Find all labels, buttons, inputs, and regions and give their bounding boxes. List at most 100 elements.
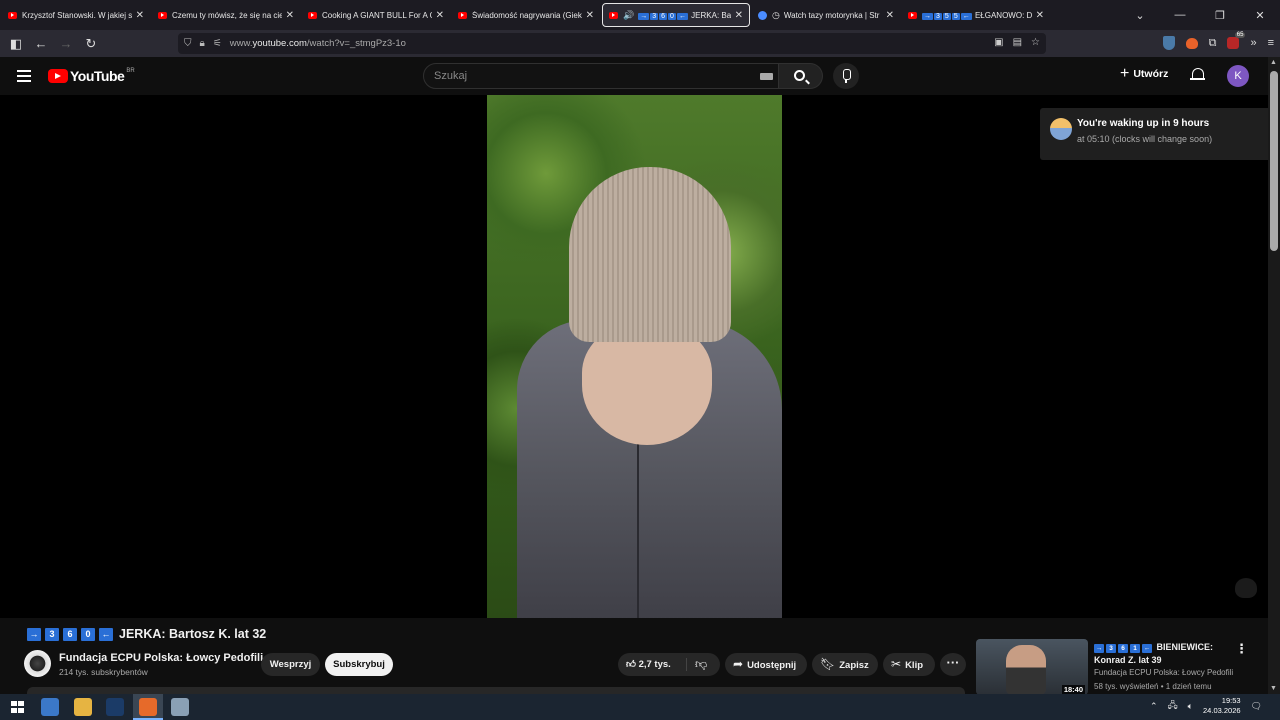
url-text[interactable]: www.youtube.com/watch?v=_stmgPz3-1o [230, 38, 406, 49]
shield-icon[interactable]: ⛉ [184, 38, 192, 49]
minimize-icon[interactable]: — [1160, 9, 1200, 21]
guide-menu-icon[interactable] [17, 70, 31, 85]
thumbnail-person [1006, 645, 1046, 695]
scroll-down-icon[interactable]: ▼ [1270, 685, 1277, 692]
like-separator [686, 658, 687, 671]
close-tab-icon[interactable]: ✕ [1036, 10, 1044, 21]
tab-title: Krzysztof Stanowski. W jakiej sp [22, 10, 132, 20]
app-wizard-icon[interactable] [171, 698, 189, 716]
system-clock[interactable]: 19:53 24.03.2026 [1203, 696, 1241, 716]
page-scrollbar[interactable]: ▲ ▼ [1268, 57, 1280, 694]
sleep-notification[interactable]: You're waking up in 9 hours at 05:10 (cl… [1040, 108, 1280, 160]
browser-tab-active[interactable]: 🔊 → 3 6 0 ← JERKA: Bar ✕ [602, 3, 750, 27]
forward-icon[interactable]: → [54, 36, 78, 51]
extension-fox-icon[interactable] [1185, 37, 1198, 49]
clip-button[interactable]: ✂ Klip [883, 653, 935, 676]
browser-tab-strip: Krzysztof Stanowski. W jakiej sp ✕ Czemu… [0, 0, 1280, 30]
youtube-header: YouTube BR Szukaj + Utwórz K [0, 57, 1268, 95]
youtube-icon [308, 11, 317, 19]
notifications-bell-icon[interactable] [1190, 68, 1205, 82]
sunrise-icon [1050, 118, 1072, 140]
back-icon[interactable]: ← [29, 36, 53, 51]
address-bar[interactable]: ⛉ 🔒︎ ⚟ www.youtube.com/watch?v=_stmgPz3-… [178, 33, 1046, 54]
support-button[interactable]: Wesprzyj [261, 653, 320, 676]
scrollbar-thumb[interactable] [1270, 71, 1278, 251]
tab-title: Świadomość nagrywania (Giekł [472, 10, 582, 20]
scroll-up-icon[interactable]: ▲ [1270, 59, 1277, 66]
this-pc-icon[interactable] [41, 698, 59, 716]
network-icon[interactable]: 🖧︎ [1168, 698, 1178, 714]
file-explorer-icon[interactable] [74, 698, 92, 716]
lock-icon[interactable]: 🔒︎ [200, 38, 205, 49]
video-player[interactable] [0, 95, 1268, 618]
subscribe-button[interactable]: Subskrybuj [325, 653, 393, 676]
tab-list-chevron-icon[interactable]: ⌄ [1120, 9, 1160, 22]
browser-tab[interactable]: Świadomość nagrywania (Giekł ✕ [452, 3, 600, 27]
channel-watermark-icon[interactable] [1235, 578, 1257, 598]
avatar[interactable]: K [1227, 65, 1249, 87]
restore-icon[interactable]: ❐ [1200, 9, 1240, 22]
browser-tab[interactable]: ◷ Watch tazy motorynka | Str ✕ [752, 3, 900, 27]
action-center-icon[interactable]: 🗨︎ [1251, 701, 1262, 712]
browser-tab[interactable]: → 3 5 5 ← EŁGANOWO: D ✕ [902, 3, 1050, 27]
window-controls: ⌄ — ❐ ✕ [1120, 0, 1280, 30]
reader-view-icon[interactable]: ▤ [1013, 37, 1022, 48]
browser-tab[interactable]: Czemu ty mówisz, że się na cie ✕ [152, 3, 300, 27]
tab-title: Cooking A GIANT BULL For A G [322, 10, 432, 20]
permissions-icon[interactable]: ⚟ [213, 38, 222, 49]
youtube-icon [158, 11, 167, 19]
youtube-logo[interactable]: YouTube BR [48, 68, 135, 84]
close-window-icon[interactable]: ✕ [1240, 9, 1280, 22]
thumbs-up-icon: 👍︎ [626, 659, 636, 670]
more-actions-button[interactable]: ··· [940, 653, 966, 676]
overflow-chevron-icon[interactable]: » [1250, 37, 1256, 49]
volume-icon[interactable]: 🔈︎ [1188, 701, 1193, 712]
save-button[interactable]: 🔖︎ Zapisz [812, 653, 878, 676]
close-tab-icon[interactable]: ✕ [136, 10, 144, 21]
bookmark-star-icon[interactable]: ☆ [1031, 37, 1040, 48]
extension-badge-icon[interactable]: 65 [1227, 32, 1246, 49]
recommended-thumbnail[interactable]: 18:40 [976, 639, 1088, 695]
search-input[interactable]: Szukaj [423, 63, 779, 89]
menu-icon[interactable]: ≡ [1268, 37, 1274, 49]
recommended-meta: 58 tys. wyświetleń • 1 dzień temu [1094, 682, 1212, 691]
recommended-channel[interactable]: Fundacja ECPU Polska: Łowcy Pedofili [1094, 668, 1233, 677]
subscriber-count: 214 tys. subskrybentów [59, 667, 148, 677]
like-button[interactable]: 👍︎ 2,7 tys. [626, 653, 671, 676]
dislike-button[interactable]: 👎︎ [695, 653, 707, 676]
create-button[interactable]: + Utwórz [1120, 66, 1168, 82]
globe-icon [758, 10, 767, 20]
channel-name[interactable]: Fundacja ECPU Polska: Łowcy Pedofili [59, 652, 263, 664]
extensions-puzzle-icon[interactable]: ⧉ [1209, 37, 1217, 50]
reload-icon[interactable]: ↻ [79, 36, 103, 52]
firefox-icon[interactable] [139, 698, 157, 716]
thumbs-down-icon: 👎︎ [695, 657, 708, 671]
tray-chevron-icon[interactable]: ⌃ [1150, 701, 1158, 712]
speaker-icon[interactable]: 🔊 [623, 10, 634, 21]
youtube-icon [458, 11, 467, 19]
tab-title: → 3 5 5 ← EŁGANOWO: D [922, 10, 1032, 20]
browser-tab[interactable]: Cooking A GIANT BULL For A G ✕ [302, 3, 450, 27]
recommended-title[interactable]: → 3 6 1 ← BIENIEWICE: Konrad Z. lat 39 [1094, 641, 1234, 667]
video-frame[interactable] [487, 95, 782, 618]
windows-taskbar: ⌃ 🖧︎ 🔈︎ 19:53 24.03.2026 🗨︎ [0, 694, 1280, 720]
windows-start-icon[interactable] [9, 698, 27, 716]
voice-search-icon[interactable] [833, 63, 859, 89]
sidebar-icon[interactable]: ◧ [4, 36, 28, 52]
clock-icon: ◷ [772, 9, 780, 20]
close-tab-icon[interactable]: ✕ [286, 10, 294, 21]
share-button[interactable]: ➦ Udostępnij [725, 653, 807, 676]
picture-in-picture-icon[interactable]: ▣ [994, 37, 1003, 48]
search-button[interactable] [779, 63, 823, 89]
extension-shield-icon[interactable] [1162, 36, 1175, 50]
browser-tab[interactable]: Krzysztof Stanowski. W jakiej sp ✕ [2, 3, 150, 27]
channel-avatar[interactable] [24, 650, 51, 677]
close-tab-icon[interactable]: ✕ [735, 10, 743, 21]
system-tray: ⌃ 🖧︎ 🔈︎ 19:53 24.03.2026 🗨︎ [1150, 696, 1262, 716]
steam-icon[interactable] [106, 698, 124, 716]
close-tab-icon[interactable]: ✕ [586, 10, 594, 21]
close-tab-icon[interactable]: ✕ [436, 10, 444, 21]
recommended-menu-icon[interactable]: ⋮ [1235, 641, 1248, 657]
close-tab-icon[interactable]: ✕ [886, 10, 894, 21]
keyboard-icon[interactable] [760, 73, 773, 80]
